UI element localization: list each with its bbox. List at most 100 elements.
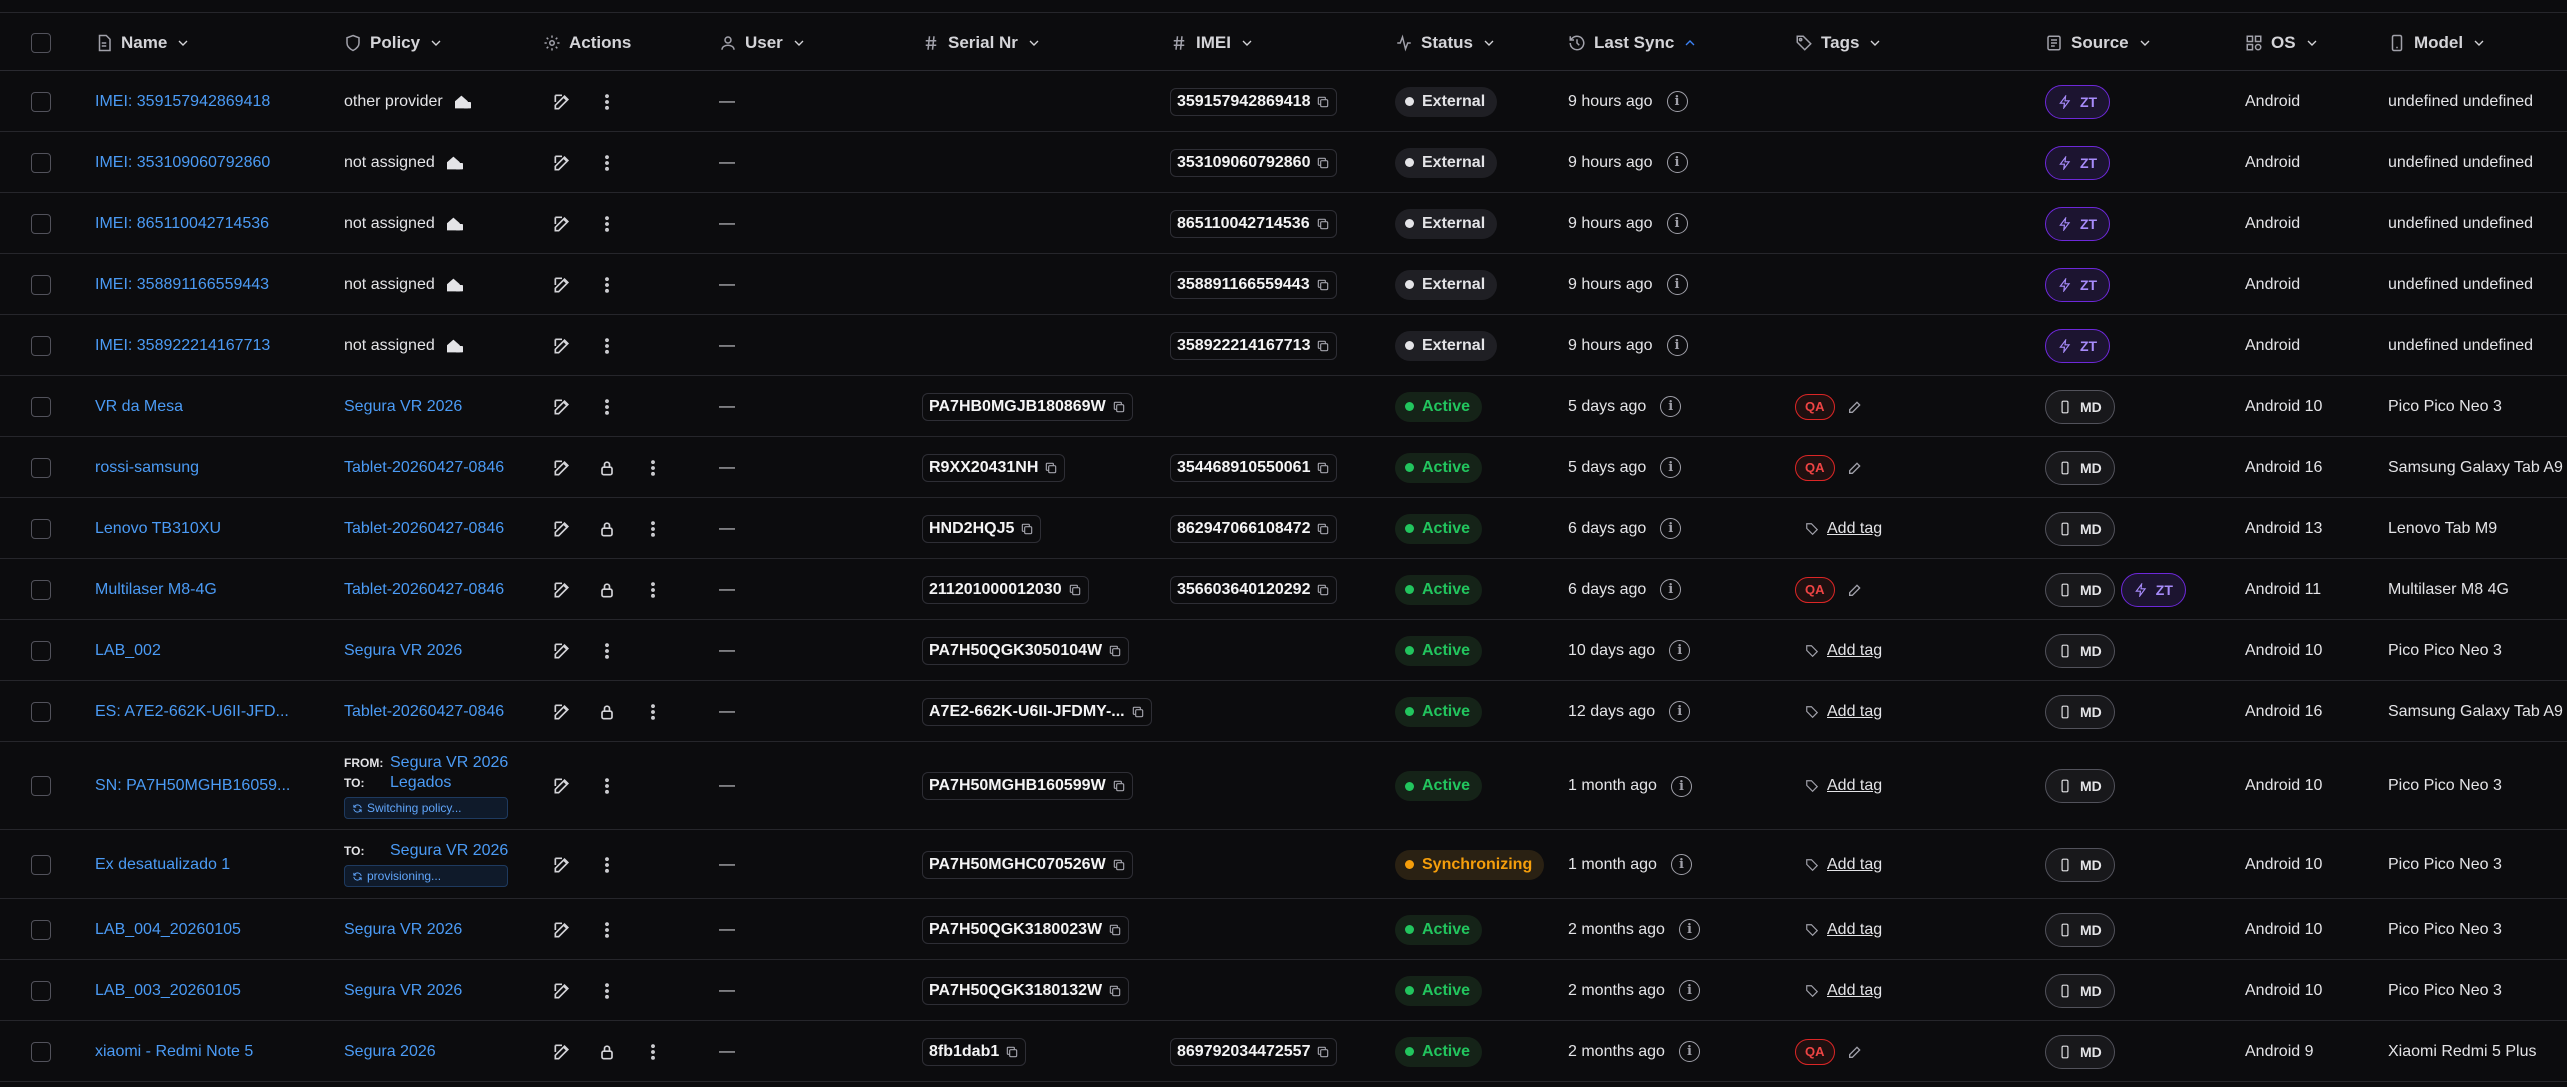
imei-copy-chip[interactable]: 359157942869418 [1170, 87, 1338, 116]
row-checkbox[interactable] [31, 701, 51, 722]
edit-button[interactable] [549, 620, 575, 681]
device-name-link[interactable]: Ex desatualizado 1 [95, 856, 230, 874]
device-name-cell[interactable]: SN: PA7H50MGHB16059... [95, 742, 290, 830]
edit-icon[interactable] [549, 516, 575, 542]
imei-copy-chip[interactable]: 354468910550061 [1170, 453, 1338, 482]
edit-button[interactable] [549, 559, 575, 620]
more-options-button[interactable] [594, 830, 620, 899]
table-row[interactable]: IMEI: 359157942869418 other provider — 3591… [0, 71, 2567, 132]
edit-button[interactable] [549, 742, 575, 830]
more-vertical-icon[interactable] [640, 577, 666, 603]
policy-link[interactable]: Tablet-20260427-0846 [344, 520, 504, 538]
lock-icon[interactable] [594, 1039, 620, 1065]
table-row[interactable]: Multilaser M8-4G Tablet-20260427-0846 — 211… [0, 559, 2567, 620]
edit-button[interactable] [549, 681, 575, 742]
more-options-button[interactable] [594, 376, 620, 437]
lock-button[interactable] [594, 1021, 620, 1082]
serial-copy-chip[interactable]: PA7H50QGK3180023W [922, 915, 1130, 944]
info-icon[interactable]: i [1669, 640, 1691, 661]
pencil-icon[interactable] [1847, 460, 1863, 476]
copy-icon[interactable] [1316, 461, 1330, 475]
row-checkbox[interactable] [31, 640, 51, 661]
policy-link[interactable]: Segura 2026 [344, 1043, 436, 1061]
copy-icon[interactable] [1131, 705, 1145, 719]
device-name-cell[interactable]: rossi-samsung [95, 437, 199, 498]
more-options-button[interactable] [640, 437, 666, 498]
more-vertical-icon[interactable] [594, 394, 620, 420]
edit-icon[interactable] [549, 1039, 575, 1065]
device-name-cell[interactable]: IMEI: 359157942869418 [95, 71, 270, 132]
copy-icon[interactable] [1316, 278, 1330, 292]
device-name-cell[interactable]: LAB_002 [95, 620, 161, 681]
imei-copy-chip[interactable]: 358922214167713 [1170, 331, 1338, 360]
device-name-link[interactable]: Multilaser M8-4G [95, 581, 217, 599]
device-name-link[interactable]: IMEI: 358922214167713 [95, 337, 270, 355]
row-checkbox[interactable] [31, 776, 51, 796]
row-checkbox[interactable] [31, 91, 51, 112]
column-header-status[interactable]: Status [1395, 14, 1497, 71]
column-header-serial[interactable]: Serial Nr [922, 14, 1042, 71]
more-options-button[interactable] [594, 742, 620, 830]
info-icon[interactable]: i [1670, 854, 1692, 875]
imei-copy-chip[interactable]: 358891166559443 [1170, 270, 1337, 299]
imei-copy-chip[interactable]: 862947066108472 [1170, 514, 1338, 543]
edit-button[interactable] [549, 254, 575, 315]
device-name-cell[interactable]: Multilaser M8-4G [95, 559, 217, 620]
policy-to-link[interactable]: Legados [390, 774, 451, 792]
table-row[interactable]: ES: A7E2-662K-U6II-JFD... Tablet-20260427… [0, 681, 2567, 742]
imei-copy-chip[interactable]: 356603640120292 [1170, 575, 1338, 604]
copy-icon[interactable] [1316, 156, 1330, 170]
row-checkbox-cell[interactable] [31, 376, 51, 437]
copy-icon[interactable] [1108, 644, 1122, 658]
device-name-link[interactable]: xiaomi - Redmi Note 5 [95, 1043, 253, 1061]
device-name-cell[interactable]: Ex desatualizado 1 [95, 830, 230, 899]
column-header-os[interactable]: OS [2245, 14, 2320, 71]
policy-link[interactable]: Tablet-20260427-0846 [344, 459, 504, 477]
more-options-button[interactable] [594, 620, 620, 681]
device-name-link[interactable]: IMEI: 359157942869418 [95, 93, 270, 111]
row-checkbox[interactable] [31, 579, 51, 600]
add-tag-button[interactable]: Add tag [1805, 777, 1882, 795]
serial-copy-chip[interactable]: HND2HQJ5 [922, 514, 1042, 543]
imei-copy-chip[interactable]: 353109060792860 [1170, 148, 1338, 177]
serial-copy-chip[interactable]: PA7HB0MGJB180869W [922, 392, 1133, 421]
more-vertical-icon[interactable] [594, 638, 620, 664]
edit-icon[interactable] [549, 394, 575, 420]
more-vertical-icon[interactable] [594, 773, 620, 799]
row-checkbox[interactable] [31, 213, 51, 234]
info-icon[interactable]: i [1670, 775, 1692, 797]
row-checkbox-cell[interactable] [31, 742, 51, 830]
edit-icon[interactable] [549, 272, 575, 298]
device-name-link[interactable]: LAB_004_20260105 [95, 921, 241, 939]
more-vertical-icon[interactable] [640, 1039, 666, 1065]
table-row[interactable]: VR da Mesa Segura VR 2026 — PA7HB0MGJB18086… [0, 376, 2567, 437]
column-header-tags[interactable]: Tags [1795, 14, 1883, 71]
pencil-icon[interactable] [1847, 1044, 1863, 1060]
edit-button[interactable] [549, 315, 575, 376]
info-icon[interactable]: i [1666, 91, 1688, 112]
table-row[interactable]: SN: PA7H50MGHB16059... FROM: Segura VR 202… [0, 742, 2567, 830]
copy-icon[interactable] [1316, 1045, 1330, 1059]
row-checkbox-cell[interactable] [31, 899, 51, 960]
more-vertical-icon[interactable] [594, 978, 620, 1004]
edit-icon[interactable] [549, 773, 575, 799]
table-row[interactable]: Ex desatualizado 1 TO: Segura VR 2026 provi… [0, 830, 2567, 899]
edit-icon[interactable] [549, 89, 575, 115]
edit-icon[interactable] [549, 211, 575, 237]
copy-icon[interactable] [1316, 522, 1330, 536]
info-icon[interactable]: i [1666, 335, 1688, 356]
imei-copy-chip[interactable]: 869792034472557 [1170, 1037, 1338, 1066]
more-vertical-icon[interactable] [594, 917, 620, 943]
table-row[interactable]: xiaomi - Redmi Note 5 Segura 2026 — 8fb1dab… [0, 1021, 2567, 1082]
table-row[interactable]: IMEI: 865110042714536 not assigned — 865110… [0, 193, 2567, 254]
edit-icon[interactable] [549, 852, 575, 878]
more-options-button[interactable] [640, 559, 666, 620]
edit-icon[interactable] [549, 455, 575, 481]
more-vertical-icon[interactable] [594, 272, 620, 298]
imei-copy-chip[interactable]: 865110042714536 [1170, 209, 1337, 238]
column-header-imei[interactable]: IMEI [1170, 14, 1255, 71]
edit-button[interactable] [549, 437, 575, 498]
row-checkbox-cell[interactable] [31, 132, 51, 193]
device-name-cell[interactable]: LAB_003_20260105 [95, 960, 241, 1021]
edit-button[interactable] [549, 376, 575, 437]
